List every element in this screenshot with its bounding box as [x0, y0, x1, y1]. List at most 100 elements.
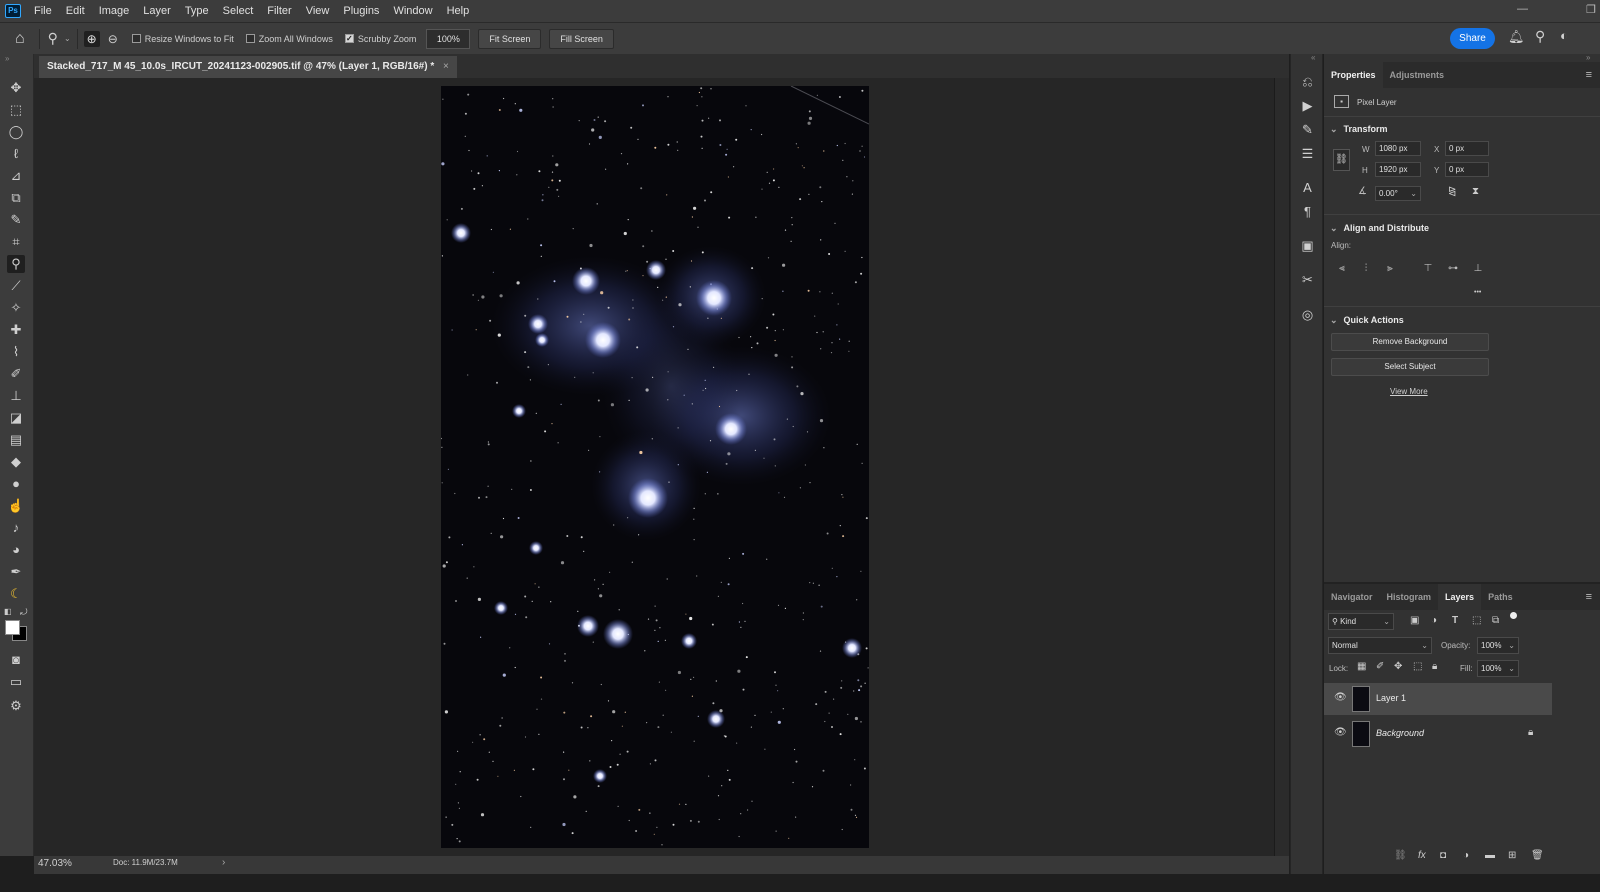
- spot-healing-icon[interactable]: ✧: [7, 299, 25, 317]
- remove-background-button[interactable]: Remove Background: [1331, 333, 1489, 351]
- history-icon[interactable]: ⎌: [1298, 72, 1317, 91]
- paragraph-icon[interactable]: ¶: [1298, 202, 1317, 221]
- restore-icon[interactable]: ❐: [1586, 3, 1596, 16]
- vertical-scrollbar[interactable]: [1274, 78, 1289, 856]
- zoom-tool-icon[interactable]: ⚲: [7, 255, 25, 273]
- lock-all-icon[interactable]: 🔒︎: [1432, 661, 1437, 672]
- flip-vertical-icon[interactable]: ⧗: [1472, 186, 1479, 197]
- sponge-tool-icon[interactable]: ◕: [7, 541, 25, 559]
- lock-position-icon[interactable]: ✥: [1394, 661, 1402, 672]
- quick-selection-icon[interactable]: ✎: [7, 211, 25, 229]
- libraries-icon[interactable]: ▣: [1298, 236, 1317, 255]
- lock-pixels-icon[interactable]: ✐: [1376, 661, 1384, 672]
- marquee-tool-icon[interactable]: ⬚: [7, 101, 25, 119]
- resize-windows-checkbox[interactable]: Resize Windows to Fit: [131, 34, 234, 44]
- polygon-lasso-icon[interactable]: ⊿: [7, 167, 25, 185]
- document-tab[interactable]: Stacked_717_M 45_10.0s_IRCUT_20241123-00…: [39, 56, 457, 78]
- panel-menu-icon[interactable]: ≡: [1586, 69, 1592, 81]
- collapse-icon[interactable]: »: [5, 54, 9, 63]
- layer-filter-kind[interactable]: ⚲ Kind ⌄: [1328, 613, 1394, 630]
- fill-field[interactable]: 100% ⌄: [1477, 660, 1519, 677]
- link-dimensions-icon[interactable]: ⛓: [1333, 149, 1350, 171]
- adjustment-layer-icon[interactable]: ◑: [1463, 850, 1469, 861]
- layer-row[interactable]: 👁︎ Layer 1: [1324, 683, 1552, 715]
- menu-help[interactable]: Help: [440, 0, 477, 22]
- document-image[interactable]: [441, 86, 869, 848]
- character-icon[interactable]: A: [1298, 178, 1317, 197]
- stamp-tool-icon[interactable]: ⊥: [7, 387, 25, 405]
- menu-image[interactable]: Image: [92, 0, 137, 22]
- menu-file[interactable]: File: [27, 0, 59, 22]
- quick-actions-title[interactable]: ⌄ Quick Actions: [1330, 315, 1404, 326]
- crop-tool-icon[interactable]: ⌗: [7, 233, 25, 251]
- zoom-tool-icon[interactable]: ⚲: [48, 30, 58, 47]
- zoom-all-checkbox[interactable]: Zoom All Windows: [245, 34, 333, 44]
- visibility-eye-icon[interactable]: 👁︎: [1334, 727, 1347, 738]
- tab-navigator[interactable]: Navigator: [1324, 584, 1380, 610]
- transform-section-title[interactable]: ⌄ Transform: [1330, 124, 1388, 135]
- brush-settings-icon[interactable]: ✎: [1298, 120, 1317, 139]
- select-subject-button[interactable]: Select Subject: [1331, 358, 1489, 376]
- filter-type-icon[interactable]: T: [1452, 615, 1458, 626]
- tab-properties[interactable]: Properties: [1324, 62, 1383, 88]
- chevron-down-icon[interactable]: ⌄: [64, 34, 71, 43]
- filter-smart-object-icon[interactable]: ⧉: [1492, 615, 1499, 626]
- align-section-title[interactable]: ⌄ Align and Distribute: [1330, 223, 1429, 234]
- menu-filter[interactable]: Filter: [260, 0, 298, 22]
- view-more-link[interactable]: View More: [1390, 387, 1428, 396]
- pen-tool-icon[interactable]: ✒: [7, 563, 25, 581]
- add-mask-icon[interactable]: ◘: [1440, 850, 1446, 861]
- share-button[interactable]: Share: [1450, 28, 1495, 49]
- blur-tool-icon[interactable]: ●: [7, 475, 25, 493]
- menu-view[interactable]: View: [299, 0, 337, 22]
- menu-layer[interactable]: Layer: [136, 0, 178, 22]
- menu-window[interactable]: Window: [386, 0, 439, 22]
- width-field[interactable]: 1080 px: [1375, 141, 1421, 156]
- delete-layer-icon[interactable]: 🗑︎: [1531, 850, 1544, 861]
- fit-screen-button[interactable]: Fit Screen: [478, 28, 542, 49]
- tab-layers[interactable]: Layers: [1438, 584, 1482, 610]
- align-top-icon[interactable]: ⊤: [1421, 262, 1435, 276]
- healing-brush-icon[interactable]: ✚: [7, 321, 25, 339]
- align-bottom-icon[interactable]: ⊥: [1471, 262, 1485, 276]
- more-options-icon[interactable]: •••: [1474, 289, 1481, 296]
- align-middle-v-icon[interactable]: ⊶: [1446, 262, 1460, 276]
- foreground-color-swatch[interactable]: [5, 620, 20, 635]
- new-group-icon[interactable]: ▬: [1485, 850, 1495, 861]
- opacity-field[interactable]: 100% ⌄: [1477, 637, 1519, 654]
- home-icon[interactable]: ⌂: [15, 30, 25, 48]
- angle-field[interactable]: 0.00° ⌄: [1375, 186, 1421, 201]
- status-menu-arrow[interactable]: ›: [222, 857, 225, 868]
- bell-icon[interactable]: 🔔︎: [1508, 29, 1525, 45]
- panel-menu-icon[interactable]: ≡: [1586, 591, 1592, 603]
- adjustments-sliders-icon[interactable]: ☰: [1298, 144, 1317, 163]
- menu-type[interactable]: Type: [178, 0, 216, 22]
- minimize-icon[interactable]: —: [1517, 3, 1528, 15]
- move-tool-icon[interactable]: ✥: [7, 79, 25, 97]
- expand-icon[interactable]: »: [1586, 53, 1590, 62]
- tools-scissors-icon[interactable]: ✂: [1298, 270, 1317, 289]
- gradient-tool-icon[interactable]: ▤: [7, 431, 25, 449]
- link-layers-icon[interactable]: ⛓: [1394, 850, 1407, 861]
- screen-mode-icon[interactable]: ▭: [7, 673, 25, 691]
- blend-mode-select[interactable]: Normal ⌄: [1328, 637, 1432, 654]
- visibility-eye-icon[interactable]: 👁︎: [1334, 692, 1347, 703]
- zoom-out-icon[interactable]: ⊖: [108, 32, 118, 46]
- dodge-tool-icon[interactable]: ♪: [7, 519, 25, 537]
- flip-horizontal-icon[interactable]: ⧎: [1448, 186, 1456, 197]
- align-right-icon[interactable]: ⫸: [1383, 262, 1397, 276]
- search-icon[interactable]: ⚲: [1535, 28, 1545, 45]
- align-left-icon[interactable]: ⫷: [1335, 262, 1349, 276]
- zoom-level[interactable]: 47.03%: [38, 858, 72, 869]
- filter-adjustment-icon[interactable]: ◑: [1431, 615, 1437, 626]
- menu-plugins[interactable]: Plugins: [336, 0, 386, 22]
- brush-tool-icon[interactable]: ✐: [7, 365, 25, 383]
- object-selection-icon[interactable]: ⧉: [7, 189, 25, 207]
- banana-icon[interactable]: ☾: [7, 585, 25, 603]
- align-center-h-icon[interactable]: ⫶: [1359, 262, 1373, 276]
- scrubby-zoom-checkbox[interactable]: ✓ Scrubby Zoom: [344, 34, 416, 44]
- x-field[interactable]: 0 px: [1445, 141, 1489, 156]
- menu-select[interactable]: Select: [216, 0, 261, 22]
- layer-row[interactable]: 👁︎ Background 🔒︎: [1324, 718, 1552, 750]
- layer-name[interactable]: Layer 1: [1376, 693, 1406, 703]
